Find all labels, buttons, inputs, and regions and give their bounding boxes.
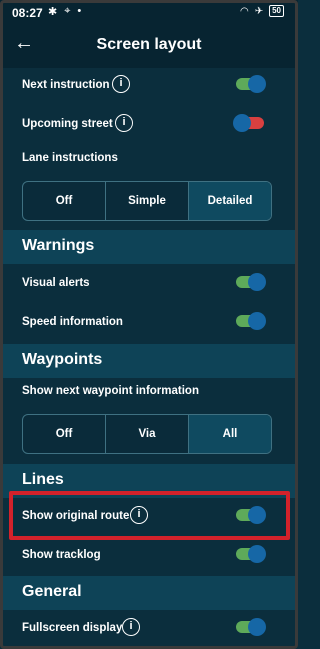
app-bar: ← Screen layout [0,24,298,68]
section-header-general: General [0,576,298,610]
lane-instructions-row: Lane instructions [0,140,298,179]
show-next-waypoint-row: Show next waypoint information [0,373,298,412]
status-time: 08:27 [12,6,43,20]
waypoint-option-via[interactable]: Via [106,415,189,453]
highlight-box [9,491,290,540]
notification-dot-icon: • [77,5,82,17]
lane-instructions-label: Lane instructions [22,152,118,164]
fullscreen-display-label: Fullscreen display [22,622,123,634]
info-icon[interactable]: i [112,75,130,93]
status-bar: 08:27 ✱ ⌖ • ◠ ✈ 50 [0,0,298,24]
toggle-knob [248,75,266,93]
section-title: Warnings [22,237,95,254]
toggle-knob [248,273,266,291]
fullscreen-display-toggle[interactable] [236,618,266,636]
show-tracklog-row: Show tracklog [0,537,298,576]
next-instruction-toggle[interactable] [236,75,266,93]
visual-alerts-toggle[interactable] [236,273,266,291]
info-icon[interactable]: i [122,618,140,636]
toggle-knob [233,114,251,132]
lane-instructions-segmented-control: Off Simple Detailed [22,181,272,221]
section-title: General [22,583,82,600]
toggle-knob [248,545,266,563]
lane-option-simple[interactable]: Simple [106,182,189,220]
bluetooth-icon: ✱ [48,6,58,18]
wifi-icon: ◠ [239,5,249,17]
upcoming-street-toggle[interactable] [233,114,264,132]
waypoint-option-all[interactable]: All [189,415,271,453]
lane-option-detailed[interactable]: Detailed [189,182,271,220]
toggle-knob [248,618,266,636]
waypoint-segmented-control: Off Via All [22,414,272,454]
show-tracklog-toggle[interactable] [236,545,266,563]
battery-icon: 50 [269,5,284,17]
airplane-icon: ✈ [254,5,264,17]
next-instruction-row: Next instruction i [0,67,298,106]
upcoming-street-label: Upcoming street [22,118,113,130]
speed-information-row: Speed information [0,304,298,343]
speed-information-label: Speed information [22,316,123,328]
location-icon: ⌖ [64,5,71,17]
visual-alerts-row: Visual alerts [0,265,298,304]
page-title: Screen layout [96,36,202,53]
section-title: Lines [22,471,64,488]
waypoint-option-off[interactable]: Off [23,415,106,453]
show-tracklog-label: Show tracklog [22,549,101,561]
lane-option-off[interactable]: Off [23,182,106,220]
speed-information-toggle[interactable] [236,312,266,330]
section-title: Waypoints [22,351,103,368]
next-instruction-label: Next instruction [22,79,110,91]
info-icon[interactable]: i [115,114,133,132]
fullscreen-display-row: Fullscreen display i [0,610,298,649]
show-next-waypoint-label: Show next waypoint information [22,385,199,397]
toggle-knob [248,312,266,330]
visual-alerts-label: Visual alerts [22,277,90,289]
section-header-warnings: Warnings [0,230,298,264]
